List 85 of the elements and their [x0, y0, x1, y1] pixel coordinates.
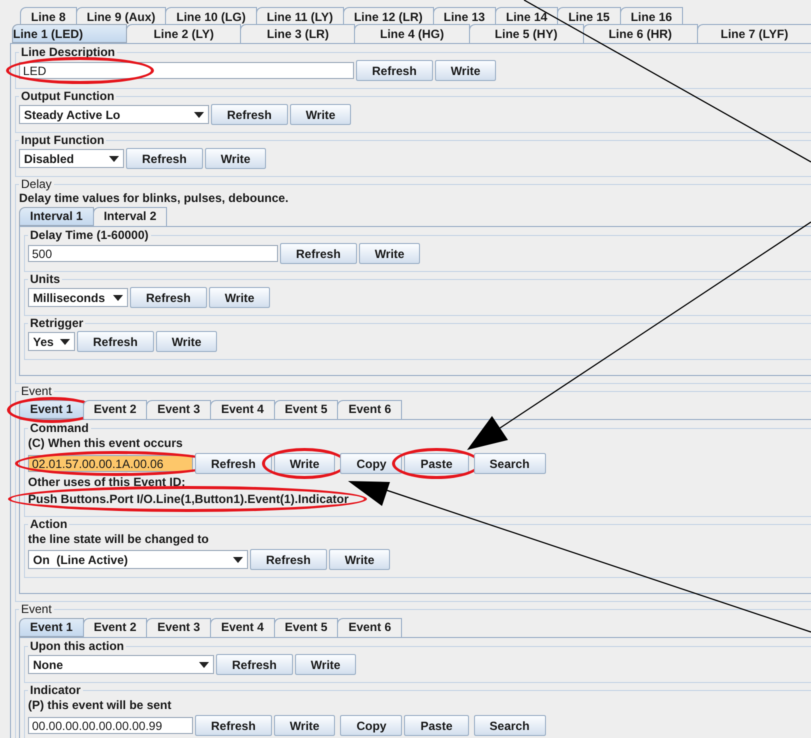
group-title: Line Description: [20, 46, 116, 59]
group-title: Input Function: [20, 134, 106, 147]
line-tab[interactable]: Line 4 (HG): [354, 24, 470, 43]
dropdown[interactable]: Steady Active Lo: [19, 105, 209, 124]
line-tab[interactable]: Line 3 (LR): [240, 24, 356, 43]
tab[interactable]: Event 1: [19, 618, 84, 637]
line-tab[interactable]: Line 8: [20, 7, 77, 24]
group-title: Retrigger: [29, 317, 84, 330]
tab[interactable]: Event 1: [19, 400, 84, 419]
dropdown-arrow-icon: [233, 556, 243, 562]
dropdown[interactable]: Disabled: [19, 149, 124, 168]
line-tab[interactable]: Line 10 (LG): [165, 7, 257, 24]
action-button[interactable]: Refresh: [280, 243, 357, 264]
caption-text: the line state will be changed to: [28, 532, 210, 546]
action-button[interactable]: Write: [274, 715, 336, 736]
input-field[interactable]: 02.01.57.00.00.1A.00.06: [28, 455, 193, 472]
line-tab[interactable]: Line 2 (LY): [126, 24, 242, 43]
line-tab[interactable]: Line 13: [432, 7, 496, 24]
action-button[interactable]: Refresh: [126, 148, 203, 169]
dropdown[interactable]: Yes: [28, 332, 75, 351]
dropdown-arrow-icon: [199, 662, 209, 668]
action-button[interactable]: Refresh: [77, 331, 154, 352]
input-field[interactable]: LED: [19, 62, 354, 79]
tab[interactable]: Event 2: [82, 618, 148, 637]
dropdown-arrow-icon: [194, 112, 204, 118]
group-title: Indicator: [29, 684, 82, 697]
dropdown-arrow-icon: [109, 156, 119, 162]
line-tab[interactable]: Line 12 (LR): [342, 7, 434, 24]
dropdown[interactable]: On (Line Active): [28, 550, 248, 569]
tab[interactable]: Event 6: [337, 400, 402, 419]
action-button[interactable]: Write: [274, 453, 336, 474]
caption-text: (C) When this event occurs: [28, 436, 184, 450]
action-button[interactable]: Refresh: [211, 104, 288, 125]
input-field[interactable]: 500: [28, 245, 278, 262]
action-button[interactable]: Write: [328, 549, 390, 570]
line-tab[interactable]: Line 11 (LY): [256, 7, 344, 24]
line-tab[interactable]: Line 9 (Aux): [76, 7, 166, 24]
group-title: Upon this action: [29, 640, 125, 653]
dropdown-arrow-icon: [60, 338, 70, 344]
action-button[interactable]: Refresh: [216, 654, 293, 675]
group-title: Event: [20, 385, 53, 398]
action-button[interactable]: Refresh: [250, 549, 327, 570]
group-title: Units: [29, 273, 61, 286]
line-tab[interactable]: Line 16: [620, 7, 684, 24]
caption-text: Other uses of this Event ID:: [28, 475, 186, 489]
line-tab[interactable]: Line 6 (HR): [582, 24, 698, 43]
action-button[interactable]: Refresh: [130, 287, 207, 308]
action-button[interactable]: Write: [156, 331, 218, 352]
description-text: Delay time values for blinks, pulses, debounce.: [19, 191, 290, 205]
action-button[interactable]: Write: [290, 104, 352, 125]
tab[interactable]: Event 6: [337, 618, 402, 637]
tab[interactable]: Event 2: [82, 400, 148, 419]
action-button[interactable]: Write: [294, 654, 356, 675]
action-button[interactable]: Search: [474, 715, 546, 736]
dropdown-arrow-icon: [113, 294, 123, 300]
line-tab[interactable]: Line 1 (LED): [12, 24, 128, 43]
input-field[interactable]: 00.00.00.00.00.00.00.99: [28, 717, 193, 734]
group-title: Command: [29, 422, 90, 435]
group-title: Action: [29, 518, 68, 531]
tab[interactable]: Interval 2: [92, 207, 168, 226]
line-tab[interactable]: Line 14: [494, 7, 558, 24]
action-button[interactable]: Copy: [340, 453, 402, 474]
action-button[interactable]: Write: [434, 60, 496, 81]
group-title: Delay: [20, 178, 53, 191]
event-usage-text: Push Buttons.Port I/O.Line(1,Button1).Event(1).Indicator: [28, 492, 349, 506]
line-tab[interactable]: Line 5 (HY): [468, 24, 584, 43]
tab[interactable]: Interval 1: [19, 207, 94, 226]
dropdown[interactable]: None: [28, 655, 214, 674]
dropdown[interactable]: Milliseconds: [28, 288, 128, 307]
caption-text: (P) this event will be sent: [28, 698, 172, 712]
action-button[interactable]: Copy: [340, 715, 402, 736]
group-title: Output Function: [20, 90, 116, 103]
group-title: Delay Time (1-60000): [29, 229, 150, 242]
action-button[interactable]: Paste: [404, 715, 469, 736]
line-tab[interactable]: Line 7 (LYF): [696, 24, 811, 43]
action-button[interactable]: Refresh: [356, 60, 433, 81]
action-button[interactable]: Paste: [404, 453, 469, 474]
action-button[interactable]: Write: [208, 287, 270, 308]
line-tab[interactable]: Line 15: [557, 7, 621, 24]
group-title: Event: [20, 603, 53, 616]
action-button[interactable]: Search: [474, 453, 546, 474]
action-button[interactable]: Write: [358, 243, 420, 264]
action-button[interactable]: Refresh: [195, 453, 272, 474]
action-button[interactable]: Write: [204, 148, 266, 169]
action-button[interactable]: Refresh: [195, 715, 272, 736]
